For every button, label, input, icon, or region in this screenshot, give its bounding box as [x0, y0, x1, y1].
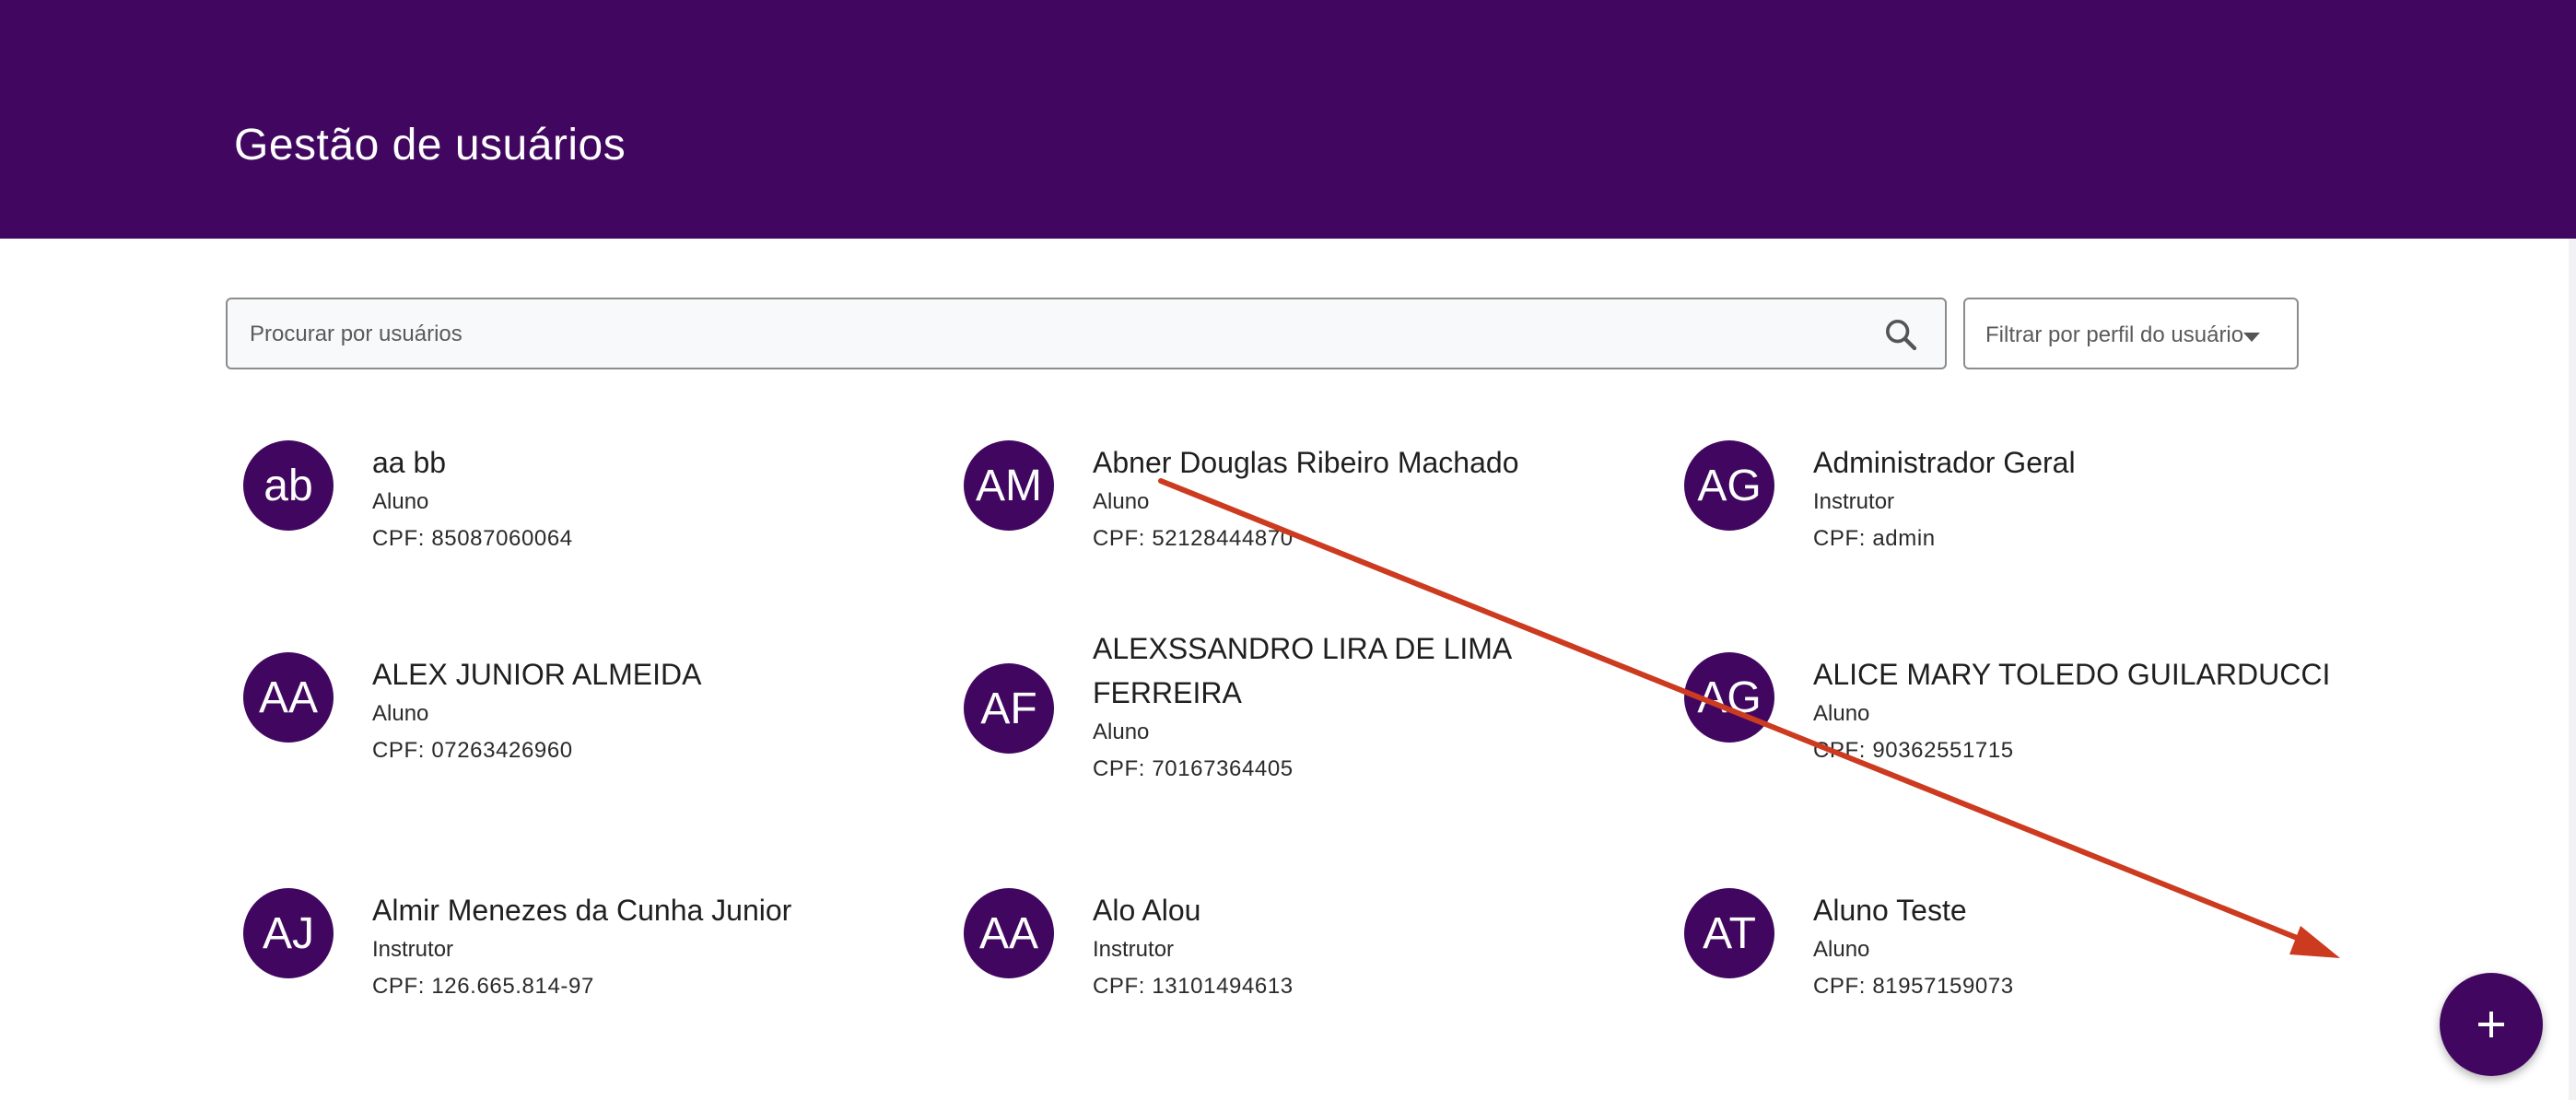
user-name: aa bb — [372, 446, 447, 479]
user-cpf: CPF: 13101494613 — [1093, 974, 1294, 999]
user-role: Aluno — [372, 701, 429, 726]
user-name: Almir Menezes da Cunha Junior — [372, 894, 792, 927]
user-card[interactable]: ab aa bb Aluno CPF: 85087060064 — [243, 440, 925, 625]
user-cpf: CPF: 81957159073 — [1813, 974, 2014, 999]
avatar: AM — [964, 440, 1054, 531]
avatar: AF — [964, 663, 1054, 754]
avatar: AG — [1684, 652, 1774, 743]
avatar: AG — [1684, 440, 1774, 531]
user-cpf: CPF: 52128444870 — [1093, 526, 1294, 551]
user-card[interactable]: AM Abner Douglas Ribeiro Machado Aluno C… — [964, 440, 1645, 625]
user-role: Instrutor — [1093, 937, 1175, 962]
avatar: AJ — [243, 888, 334, 978]
user-card[interactable]: AF ALEXSSANDRO LIRA DE LIMA FERREIRA Alu… — [964, 632, 1645, 848]
user-name: ALEX JUNIOR ALMEIDA — [372, 658, 702, 691]
search-icon[interactable] — [1882, 316, 1919, 353]
user-role: Aluno — [1093, 489, 1150, 514]
user-name: Alo Alou — [1093, 894, 1201, 927]
user-role: Instrutor — [372, 937, 454, 962]
avatar: AA — [964, 888, 1054, 978]
avatar: AA — [243, 652, 334, 743]
filter-label: Filtrar por perfil do usuário — [1985, 322, 2244, 347]
user-role: Aluno — [1813, 937, 1870, 962]
avatar: AT — [1684, 888, 1774, 978]
user-card[interactable]: AG ALICE MARY TOLEDO GUILARDUCCI Aluno C… — [1684, 652, 2366, 837]
add-user-button[interactable] — [2440, 973, 2543, 1076]
user-card[interactable]: AA Alo Alou Instrutor CPF: 13101494613 — [964, 888, 1645, 1072]
user-cpf: CPF: 85087060064 — [372, 526, 573, 551]
profile-filter-select[interactable]: Filtrar por perfil do usuário — [1963, 298, 2299, 369]
page-title: Gestão de usuários — [234, 121, 626, 170]
page-edge — [2569, 239, 2576, 1100]
user-cpf: CPF: admin — [1813, 526, 1936, 551]
search-field[interactable] — [226, 298, 1947, 369]
user-cpf: CPF: 126.665.814-97 — [372, 974, 594, 999]
user-name: Administrador Geral — [1813, 446, 2076, 479]
user-card[interactable]: AG Administrador Geral Instrutor CPF: ad… — [1684, 440, 2366, 625]
user-card[interactable]: AJ Almir Menezes da Cunha Junior Instrut… — [243, 888, 925, 1072]
user-cpf: CPF: 07263426960 — [372, 738, 573, 763]
avatar: ab — [243, 440, 334, 531]
user-role: Aluno — [1813, 701, 1870, 726]
page-header: Gestão de usuários — [0, 0, 2576, 239]
plus-icon-stroke — [2489, 1012, 2493, 1037]
user-name: ALICE MARY TOLEDO GUILARDUCCI — [1813, 658, 2331, 691]
user-name: Aluno Teste — [1813, 894, 1967, 927]
user-cpf: CPF: 90362551715 — [1813, 738, 2014, 763]
user-name: ALEXSSANDRO LIRA DE LIMA FERREIRA — [1093, 632, 1511, 709]
caret-down-icon — [2243, 333, 2260, 342]
user-role: Aluno — [372, 489, 429, 514]
user-card[interactable]: AT Aluno Teste Aluno CPF: 81957159073 — [1684, 888, 2366, 1072]
search-input[interactable] — [248, 312, 1818, 357]
user-card[interactable]: AA ALEX JUNIOR ALMEIDA Aluno CPF: 072634… — [243, 652, 925, 837]
user-name: Abner Douglas Ribeiro Machado — [1093, 446, 1519, 479]
user-role: Aluno — [1093, 720, 1150, 744]
user-cpf: CPF: 70167364405 — [1093, 756, 1294, 781]
user-role: Instrutor — [1813, 489, 1895, 514]
